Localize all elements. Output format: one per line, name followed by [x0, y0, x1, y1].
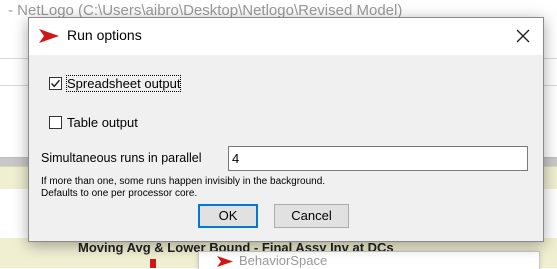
cancel-button[interactable]: Cancel	[274, 204, 349, 228]
checkmark-icon	[50, 79, 61, 88]
table-output-checkbox[interactable]: Table output	[49, 113, 138, 131]
simultaneous-runs-input[interactable]	[228, 146, 528, 171]
spreadsheet-output-checkbox-box[interactable]	[49, 76, 62, 90]
background-plot-mark	[150, 259, 156, 268]
spreadsheet-output-checkbox[interactable]: Spreadsheet output	[49, 74, 182, 92]
table-output-label[interactable]: Table output	[67, 115, 138, 130]
note-line-2: Defaults to one per processor core.	[41, 188, 198, 199]
netlogo-logo-icon	[217, 256, 233, 267]
table-output-checkbox-box[interactable]	[49, 115, 62, 129]
spreadsheet-output-label[interactable]: Spreadsheet output	[65, 74, 182, 92]
simultaneous-runs-label: Simultaneous runs in parallel	[41, 151, 202, 165]
netlogo-logo-icon	[39, 29, 59, 43]
behaviorspace-window[interactable]: BehaviorSpace	[198, 251, 540, 269]
note-line-1: If more than one, some runs happen invis…	[41, 176, 326, 187]
dialog-title: Run options	[67, 27, 142, 43]
close-icon	[516, 29, 530, 43]
behaviorspace-window-title: BehaviorSpace	[239, 253, 328, 268]
ok-button[interactable]: OK	[198, 204, 258, 228]
dialog-titlebar: Run options	[29, 18, 543, 55]
run-options-dialog: Run options Spreadsheet output Table out…	[28, 17, 544, 242]
close-button[interactable]	[509, 22, 537, 50]
